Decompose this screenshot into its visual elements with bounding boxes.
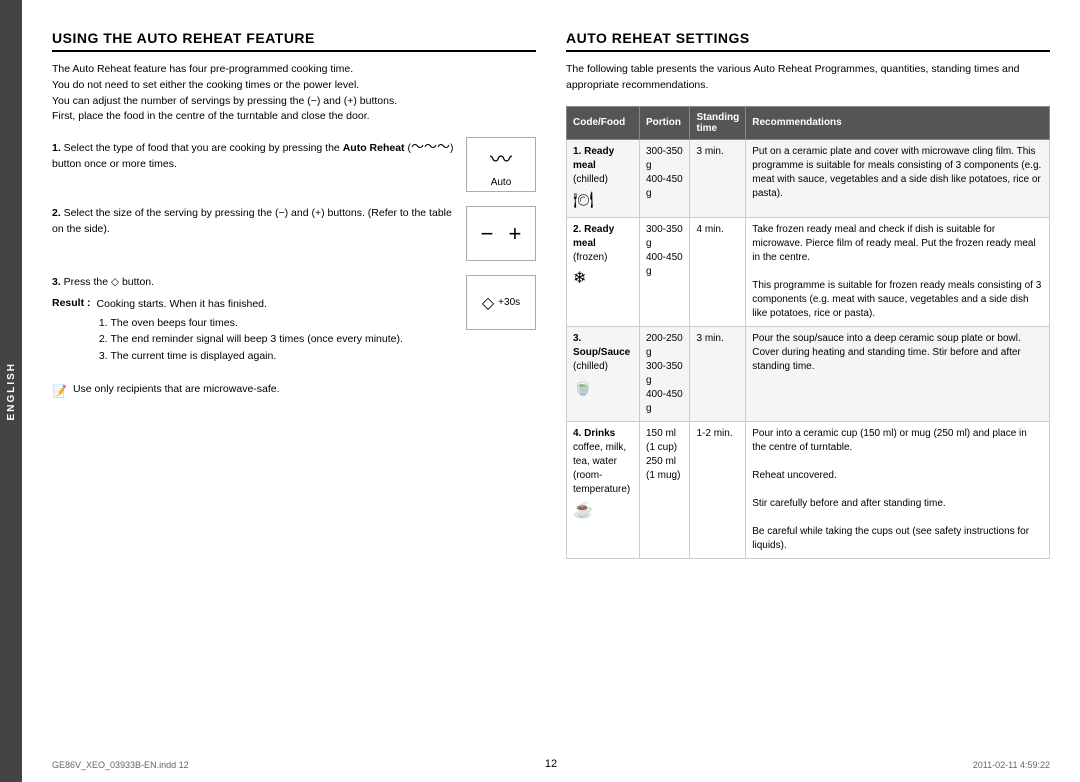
- step-2: 2. Select the size of the serving by pre…: [52, 206, 536, 261]
- food-3-name: 3. Soup/Sauce (chilled) 🍵: [567, 326, 640, 421]
- step-1-content: 1. Select the type of food that you are …: [52, 137, 456, 173]
- left-column: USING THE AUTO REHEAT FEATURE The Auto R…: [52, 30, 536, 559]
- food-2-recommendations: Take frozen ready meal and check if dish…: [746, 217, 1050, 326]
- start-button-icon: ◇ +30s: [482, 293, 520, 313]
- two-column-layout: USING THE AUTO REHEAT FEATURE The Auto R…: [52, 30, 1050, 559]
- food-1-recommendations: Put on a ceramic plate and cover with mi…: [746, 139, 1050, 217]
- step-2-text: 2. Select the size of the serving by pre…: [52, 206, 456, 238]
- result-label: Result :: [52, 297, 91, 365]
- table-row: 2. Ready meal (frozen) ❄ 300-350 g400-45…: [567, 217, 1050, 326]
- food-4-icon: ☕: [573, 500, 633, 522]
- page-container: ENGLISH USING THE AUTO REHEAT FEATURE Th…: [0, 0, 1080, 782]
- col-header-standing-time: Standingtime: [690, 106, 746, 139]
- date-footer: 2011-02-11 4:59:22: [973, 760, 1050, 770]
- step-1-button-illustration: 〰 Auto: [466, 137, 536, 192]
- table-row: 4. Drinks coffee, milk,tea, water(room-t…: [567, 421, 1050, 558]
- language-label: ENGLISH: [6, 362, 17, 420]
- note-icon: 📝: [52, 384, 67, 398]
- auto-label: Auto: [491, 177, 512, 188]
- step-1: 1. Select the type of food that you are …: [52, 137, 536, 192]
- step-3-button-illustration: ◇ +30s: [466, 275, 536, 330]
- left-section-heading: USING THE AUTO REHEAT FEATURE: [52, 30, 536, 52]
- step-1-text: 1. Select the type of food that you are …: [52, 137, 456, 173]
- reheat-table: Code/Food Portion Standingtime Recommend…: [566, 106, 1050, 559]
- intro-line-1: The Auto Reheat feature has four pre-pro…: [52, 63, 397, 122]
- food-1-name: 1. Ready meal (chilled) 🍽: [567, 139, 640, 217]
- food-2-portion: 300-350 g400-450 g: [640, 217, 690, 326]
- step-2-number: 2.: [52, 207, 61, 219]
- side-tab: ENGLISH: [0, 0, 22, 782]
- step-2-button-illustration: − +: [466, 206, 536, 261]
- plus30s-label: +30s: [498, 297, 520, 308]
- food-1-portion: 300-350 g400-450 g: [640, 139, 690, 217]
- food-3-icon: 🍵: [573, 377, 633, 399]
- right-section-heading: AUTO REHEAT SETTINGS: [566, 30, 1050, 52]
- result-item-3: The current time is displayed again.: [111, 348, 403, 365]
- step-1-number: 1.: [52, 142, 61, 154]
- file-footer: GE86V_XEO_03933B-EN.indd 12: [52, 760, 189, 770]
- col-header-portion: Portion: [640, 106, 690, 139]
- food-3-recommendations: Pour the soup/sauce into a deep ceramic …: [746, 326, 1050, 421]
- result-item-2: The end reminder signal will beep 3 time…: [111, 331, 403, 348]
- table-row: 3. Soup/Sauce (chilled) 🍵 200-250 g300-3…: [567, 326, 1050, 421]
- step-3-number: 3.: [52, 276, 61, 288]
- plus-minus-icons: − +: [481, 221, 522, 247]
- main-content: USING THE AUTO REHEAT FEATURE The Auto R…: [22, 0, 1080, 782]
- plus-icon: +: [509, 221, 522, 247]
- food-1-standing: 3 min.: [690, 139, 746, 217]
- right-intro: The following table presents the various…: [566, 62, 1050, 94]
- step-3-content: 3. Press the ◇ button. Result : Cooking …: [52, 275, 456, 369]
- step-3-text: 3. Press the ◇ button.: [52, 275, 456, 291]
- food-4-standing: 1-2 min.: [690, 421, 746, 558]
- food-4-portion: 150 ml(1 cup)250 ml(1 mug): [640, 421, 690, 558]
- result-text: Cooking starts. When it has finished. Th…: [97, 297, 403, 365]
- table-row: 1. Ready meal (chilled) 🍽 300-350 g400-4…: [567, 139, 1050, 217]
- diamond-icon: ◇: [482, 293, 494, 313]
- note: 📝 Use only recipients that are microwave…: [52, 383, 536, 398]
- food-2-standing: 4 min.: [690, 217, 746, 326]
- food-3-portion: 200-250 g300-350 g400-450 g: [640, 326, 690, 421]
- result-item-1: The oven beeps four times.: [111, 315, 403, 332]
- step-3: 3. Press the ◇ button. Result : Cooking …: [52, 275, 536, 369]
- minus-icon: −: [481, 221, 494, 247]
- food-4-recommendations: Pour into a ceramic cup (150 ml) or mug …: [746, 421, 1050, 558]
- table-header-row: Code/Food Portion Standingtime Recommend…: [567, 106, 1050, 139]
- food-3-standing: 3 min.: [690, 326, 746, 421]
- right-column: AUTO REHEAT SETTINGS The following table…: [566, 30, 1050, 559]
- food-2-icon: ❄: [573, 268, 633, 290]
- left-intro: The Auto Reheat feature has four pre-pro…: [52, 62, 536, 125]
- col-header-recommendations: Recommendations: [746, 106, 1050, 139]
- result-line: Result : Cooking starts. When it has fin…: [52, 297, 456, 365]
- food-2-name: 2. Ready meal (frozen) ❄: [567, 217, 640, 326]
- col-header-code-food: Code/Food: [567, 106, 640, 139]
- step-2-content: 2. Select the size of the serving by pre…: [52, 206, 456, 238]
- note-text: Use only recipients that are microwave-s…: [73, 383, 280, 395]
- steam-icon: 〰: [490, 142, 512, 174]
- food-1-icon: 🍽: [573, 190, 633, 212]
- food-4-name: 4. Drinks coffee, milk,tea, water(room-t…: [567, 421, 640, 558]
- page-number: 12: [545, 758, 557, 770]
